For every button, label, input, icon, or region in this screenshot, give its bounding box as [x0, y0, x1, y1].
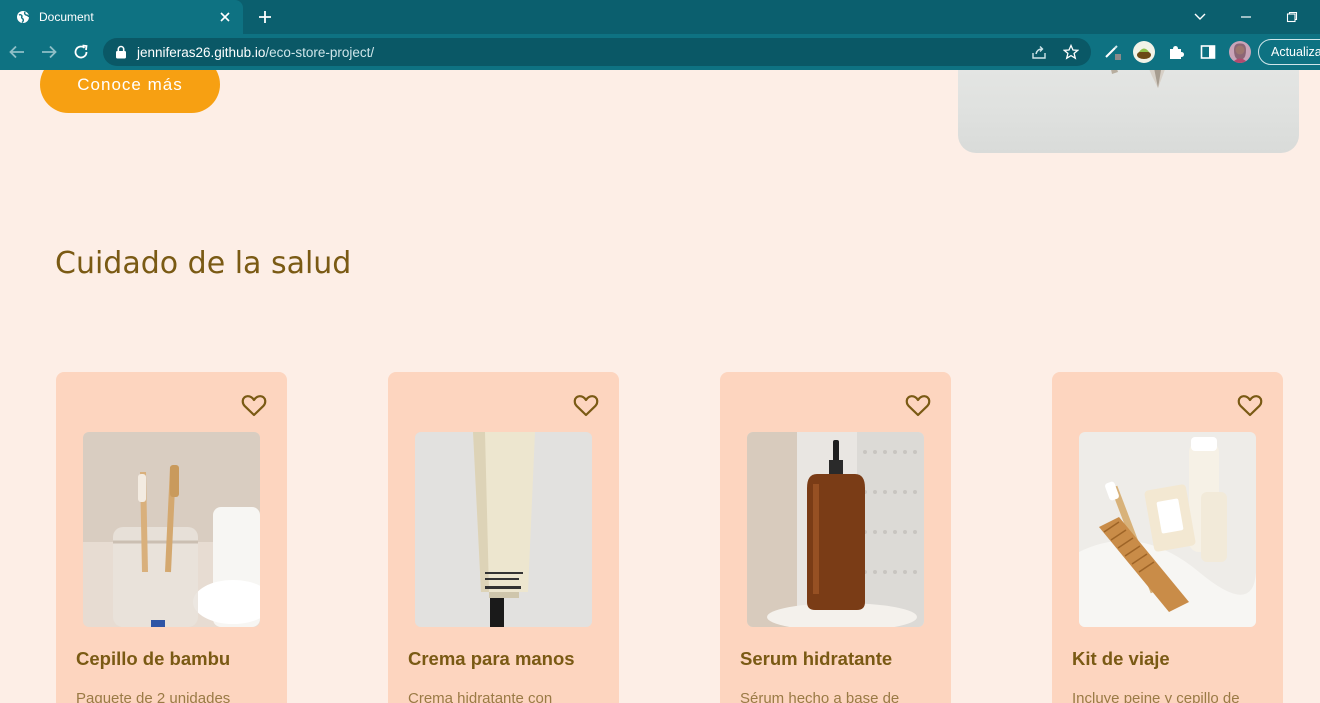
minimize-icon[interactable] — [1236, 7, 1256, 27]
browser-tab[interactable]: Document — [0, 0, 243, 34]
update-browser-button[interactable]: Actualizar — [1258, 39, 1320, 65]
url-text[interactable]: jenniferas26.github.io/eco-store-project… — [137, 45, 374, 60]
product-card[interactable]: Serum hidratante Sérum hecho a base de — [720, 372, 951, 703]
product-description: Crema hidratante con — [408, 690, 553, 703]
pen-extension-icon[interactable] — [1102, 42, 1122, 62]
share-icon[interactable] — [1031, 44, 1047, 60]
hero-image — [958, 70, 1299, 153]
product-description: Sérum hecho a base de — [740, 690, 900, 703]
address-bar[interactable]: jenniferas26.github.io/eco-store-project… — [103, 38, 1091, 66]
back-arrow-icon[interactable] — [7, 42, 27, 62]
url-path: /eco-store-project/ — [265, 45, 375, 60]
product-name[interactable]: Kit de viaje — [1072, 648, 1170, 670]
browser-tab-strip: Document — [0, 0, 1320, 34]
section-title: Cuidado de la salud — [55, 246, 352, 281]
page-content: Conoce más Cuidado de la salud Cepillo d… — [0, 70, 1320, 703]
heart-icon[interactable] — [241, 394, 267, 418]
heart-icon[interactable] — [573, 394, 599, 418]
product-description: Paquete de 2 unidades — [76, 690, 231, 703]
side-panel-icon[interactable] — [1198, 42, 1218, 62]
product-image — [83, 432, 260, 627]
url-host: jenniferas26.github.io — [137, 45, 266, 60]
profile-avatar[interactable] — [1229, 41, 1251, 63]
product-name[interactable]: Serum hidratante — [740, 648, 892, 670]
reload-icon[interactable] — [71, 42, 91, 62]
product-image — [1079, 432, 1256, 627]
forward-arrow-icon[interactable] — [39, 42, 59, 62]
product-description: Incluye peine y cepillo de — [1072, 690, 1240, 703]
product-card[interactable]: Cepillo de bambu Paquete de 2 unidades — [56, 372, 287, 703]
learn-more-button[interactable]: Conoce más — [40, 70, 220, 113]
tab-title: Document — [39, 10, 94, 24]
bookmark-star-icon[interactable] — [1063, 44, 1079, 60]
puzzle-extensions-icon[interactable] — [1166, 42, 1186, 62]
restore-icon[interactable] — [1282, 7, 1302, 27]
close-icon[interactable] — [217, 9, 233, 25]
product-card[interactable]: Crema para manos Crema hidratante con — [388, 372, 619, 703]
product-card[interactable]: Kit de viaje Incluye peine y cepillo de — [1052, 372, 1283, 703]
heart-icon[interactable] — [1237, 394, 1263, 418]
extension-avatar-icon[interactable] — [1133, 41, 1155, 63]
product-image — [747, 432, 924, 627]
product-image — [415, 432, 592, 627]
heart-icon[interactable] — [905, 394, 931, 418]
product-name[interactable]: Cepillo de bambu — [76, 648, 230, 670]
browser-toolbar: jenniferas26.github.io/eco-store-project… — [0, 34, 1320, 70]
new-tab-plus-icon[interactable] — [256, 8, 274, 26]
globe-icon — [16, 10, 30, 24]
lock-icon[interactable] — [115, 45, 127, 59]
product-name[interactable]: Crema para manos — [408, 648, 575, 670]
tab-search-chevron-icon[interactable] — [1190, 7, 1210, 27]
